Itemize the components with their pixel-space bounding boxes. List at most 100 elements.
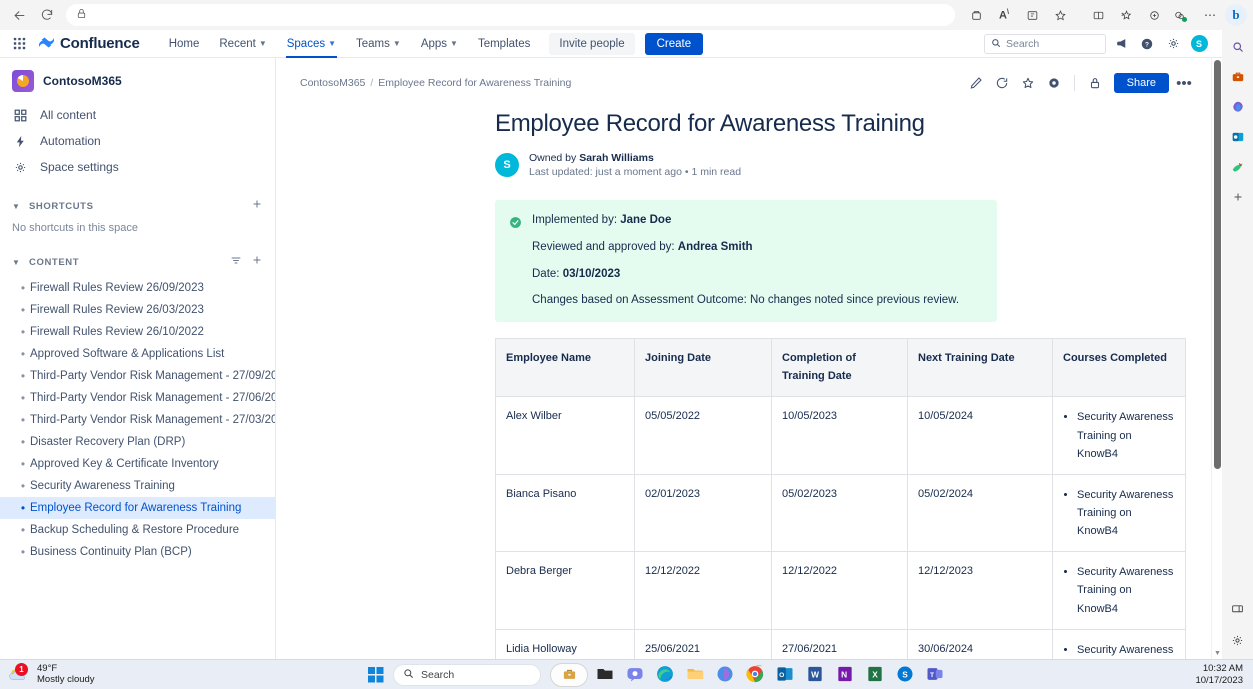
chevron-down-icon[interactable]: ▼ — [10, 258, 22, 267]
restrictions-lock-icon[interactable] — [1084, 72, 1106, 94]
add-plus-icon[interactable] — [1227, 186, 1249, 208]
shortcuts-section-header[interactable]: ▼ SHORTCUTS — [0, 188, 275, 221]
plus-icon[interactable] — [251, 253, 263, 271]
meta-line: Last updated: just a moment ago • 1 min … — [529, 166, 741, 178]
nav-item-home[interactable]: Home — [160, 30, 209, 58]
content-list-item[interactable]: •Business Continuity Plan (BCP) — [0, 541, 275, 563]
extensions-icon[interactable] — [1169, 3, 1195, 27]
nav-item-spaces[interactable]: Spaces ▼ — [278, 30, 345, 58]
gear-icon[interactable] — [1162, 33, 1184, 55]
more-actions-icon[interactable]: ••• — [1173, 72, 1195, 94]
svg-text:S: S — [902, 669, 908, 679]
settings-more-icon[interactable]: ⋯ — [1197, 3, 1223, 27]
create-button[interactable]: Create — [645, 33, 704, 55]
nav-item-templates[interactable]: Templates — [469, 30, 539, 58]
avatar[interactable]: S — [495, 153, 519, 177]
sidebar-item-automation[interactable]: Automation — [0, 128, 275, 154]
sidebar-item-space-settings[interactable]: Space settings — [0, 154, 275, 180]
share-button[interactable]: Share — [1114, 73, 1169, 93]
immersive-reader-icon[interactable] — [1019, 3, 1045, 27]
help-icon[interactable]: ? — [1136, 33, 1158, 55]
split-screen-icon[interactable] — [1085, 3, 1111, 27]
content-list-item[interactable]: •Approved Key & Certificate Inventory — [0, 453, 275, 475]
back-arrow-icon[interactable] — [6, 3, 32, 27]
excel-icon[interactable]: X — [865, 664, 887, 686]
toolbar-divider — [1074, 75, 1075, 91]
bullet-icon: • — [16, 370, 30, 382]
nav-item-teams[interactable]: Teams ▼ — [347, 30, 410, 58]
scrollbar-thumb[interactable] — [1214, 60, 1221, 469]
skype-icon[interactable]: S — [895, 664, 917, 686]
search-icon[interactable] — [1227, 36, 1249, 58]
favorites-icon[interactable] — [1113, 3, 1139, 27]
breadcrumb-space[interactable]: ContosoM365 — [300, 77, 365, 89]
cell-joining-date: 25/06/2021 — [635, 629, 772, 659]
read-aloud-icon[interactable]: A\ — [991, 3, 1017, 27]
bing-copilot-icon[interactable]: b — [1225, 4, 1247, 26]
office-icon[interactable] — [1227, 96, 1249, 118]
reload-icon[interactable] — [34, 3, 60, 27]
search-input[interactable]: Search — [984, 34, 1106, 54]
filter-icon[interactable] — [230, 253, 242, 271]
tools-briefcase-icon[interactable] — [1227, 66, 1249, 88]
app-switcher-icon[interactable] — [8, 33, 30, 55]
avatar[interactable]: S — [1188, 33, 1210, 55]
outlook-icon[interactable] — [1227, 126, 1249, 148]
content-list-item[interactable]: •Firewall Rules Review 26/03/2023 — [0, 299, 275, 321]
split-pane-icon[interactable] — [1227, 597, 1249, 619]
star-icon[interactable] — [1017, 72, 1039, 94]
browser-essentials-icon[interactable] — [1141, 3, 1167, 27]
content-section-header[interactable]: ▼ CONTENT — [0, 244, 275, 277]
chevron-down-icon[interactable]: ▼ — [10, 202, 22, 211]
edge-sidebar — [1222, 30, 1253, 659]
owner-name[interactable]: Sarah Williams — [579, 152, 654, 164]
content-list-item[interactable]: •Backup Scheduling & Restore Procedure — [0, 519, 275, 541]
file-explorer-dark-icon[interactable] — [595, 664, 617, 686]
breadcrumb-separator: / — [370, 77, 373, 89]
favorite-star-icon[interactable] — [1047, 3, 1073, 27]
breadcrumb-page[interactable]: Employee Record for Awareness Training — [378, 77, 571, 89]
sidebar-item-label: Space settings — [40, 160, 119, 174]
designer-icon[interactable] — [1227, 156, 1249, 178]
comment-icon[interactable] — [991, 72, 1013, 94]
invite-people-button[interactable]: Invite people — [549, 33, 634, 55]
plus-icon[interactable] — [251, 197, 263, 215]
browser-chrome: A\ ⋯ b — [0, 0, 1253, 30]
chrome-icon[interactable] — [745, 664, 767, 686]
edit-pencil-icon[interactable] — [965, 72, 987, 94]
onedrive-icon[interactable] — [715, 664, 737, 686]
nav-item-apps[interactable]: Apps ▼ — [412, 30, 467, 58]
chat-icon[interactable] — [625, 664, 647, 686]
space-header[interactable]: ContosoM365 — [0, 58, 275, 102]
teams-icon[interactable]: T — [925, 664, 947, 686]
content-list-item[interactable]: •Disaster Recovery Plan (DRP) — [0, 431, 275, 453]
settings-gear-icon[interactable] — [1227, 629, 1249, 651]
file-explorer-icon[interactable] — [685, 664, 707, 686]
cell-next-training-date: 12/12/2023 — [908, 552, 1053, 629]
content-list-item[interactable]: •Third-Party Vendor Risk Management - 27… — [0, 387, 275, 409]
content-list-item[interactable]: •Firewall Rules Review 26/09/2023 — [0, 277, 275, 299]
word-icon[interactable]: W — [805, 664, 827, 686]
sidebar-item-all-content[interactable]: All content — [0, 102, 275, 128]
content-list-item[interactable]: •Firewall Rules Review 26/10/2022 — [0, 321, 275, 343]
url-bar[interactable] — [66, 4, 955, 26]
watch-eye-icon[interactable] — [1043, 72, 1065, 94]
content-list-item[interactable]: •Employee Record for Awareness Training — [0, 497, 275, 519]
content-list-item[interactable]: •Security Awareness Training — [0, 475, 275, 497]
briefcase-icon[interactable] — [551, 664, 587, 686]
confluence-logo[interactable]: Confluence — [38, 35, 140, 53]
edge-icon[interactable] — [655, 664, 677, 686]
main-scrollbar[interactable]: ▼ — [1211, 58, 1222, 659]
outlook-icon[interactable]: O — [775, 664, 797, 686]
taskbar-search-input[interactable]: Search — [393, 664, 541, 686]
nav-item-recent[interactable]: Recent ▼ — [210, 30, 275, 58]
content-list-item[interactable]: •Approved Software & Applications List — [0, 343, 275, 365]
content-list-item[interactable]: •Third-Party Vendor Risk Management - 27… — [0, 409, 275, 431]
megaphone-icon[interactable] — [1110, 33, 1132, 55]
weather-widget[interactable]: 1 49°F Mostly cloudy — [0, 664, 95, 686]
onenote-icon[interactable]: N — [835, 664, 857, 686]
taskbar-clock[interactable]: 10:32 AM 10/17/2023 — [1195, 663, 1243, 687]
collections-icon[interactable] — [963, 3, 989, 27]
content-list-item[interactable]: •Third-Party Vendor Risk Management - 27… — [0, 365, 275, 387]
windows-start-icon[interactable] — [365, 664, 387, 686]
